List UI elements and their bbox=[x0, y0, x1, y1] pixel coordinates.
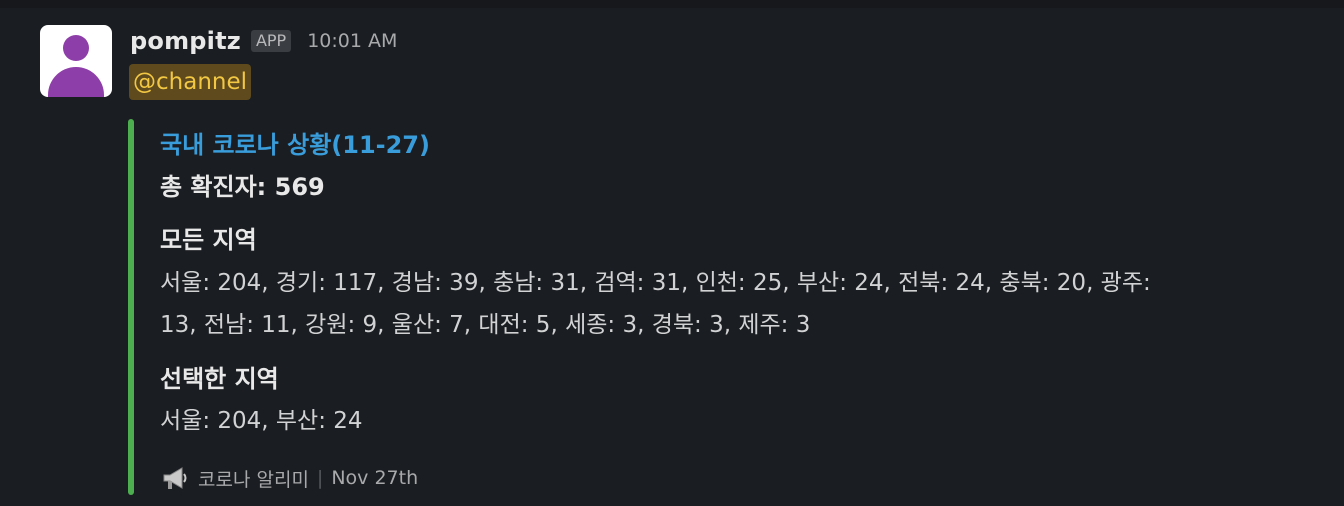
app-badge: APP bbox=[250, 30, 292, 52]
all-regions-body: 서울: 204, 경기: 117, 경남: 39, 충남: 31, 검역: 31… bbox=[160, 262, 1310, 346]
footer-source: 코로나 알리미 bbox=[198, 468, 309, 491]
message-header: pompitz APP 10:01 AM bbox=[130, 26, 397, 56]
top-divider bbox=[0, 0, 1344, 8]
all-regions-line-1: 서울: 204, 경기: 117, 경남: 39, 충남: 31, 검역: 31… bbox=[160, 270, 1151, 296]
megaphone-icon bbox=[160, 463, 190, 493]
all-regions-line-2: 13, 전남: 11, 강원: 9, 울산: 7, 대전: 5, 세종: 3, … bbox=[160, 312, 811, 338]
channel-mention[interactable]: @channel bbox=[129, 64, 252, 100]
selected-regions-title: 선택한 지역 bbox=[160, 365, 279, 393]
attachment-title[interactable]: 국내 코로나 상황(11-27) bbox=[160, 125, 430, 160]
avatar-body-shape bbox=[48, 67, 104, 97]
message: pompitz APP 10:01 AM @channel 국내 코로나 상황(… bbox=[0, 8, 1344, 506]
footer-date[interactable]: Nov 27th bbox=[331, 467, 418, 489]
total-confirmed: 총 확진자: 569 bbox=[160, 173, 325, 201]
timestamp[interactable]: 10:01 AM bbox=[307, 30, 397, 52]
footer-separator: | bbox=[316, 467, 324, 489]
all-regions-title: 모든 지역 bbox=[160, 226, 257, 254]
avatar-head-shape bbox=[63, 35, 89, 61]
selected-regions-body: 서울: 204, 부산: 24 bbox=[160, 408, 363, 434]
attachment-footer: 코로나 알리미 | Nov 27th bbox=[160, 463, 418, 493]
attachment-color-bar bbox=[128, 119, 134, 495]
attachment: 국내 코로나 상황(11-27) 총 확진자: 569 모든 지역 서울: 20… bbox=[128, 119, 1328, 495]
avatar[interactable] bbox=[40, 25, 112, 97]
sender-name[interactable]: pompitz bbox=[130, 27, 241, 55]
